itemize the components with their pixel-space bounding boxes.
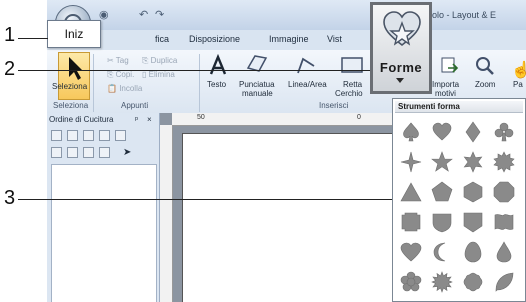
- group-separator: [199, 54, 200, 112]
- ruler-mark: 0: [357, 114, 361, 121]
- hexagon-shape-icon[interactable]: [462, 181, 484, 203]
- copy-button[interactable]: ⎘ Copi.: [107, 70, 134, 80]
- duplicate-button[interactable]: ⎘ Duplica: [142, 56, 177, 66]
- tab-immagine[interactable]: Immagine: [269, 34, 309, 44]
- callout-line-3: [18, 199, 392, 200]
- select-button-label: Seleziona: [52, 82, 88, 91]
- text-tool-icon[interactable]: [207, 54, 229, 76]
- octagon-shape-icon[interactable]: [493, 181, 515, 203]
- shape-tools-panel: Strumenti forma: [392, 98, 526, 302]
- delete-label: Elimina: [148, 70, 175, 79]
- shield-shape-icon[interactable]: [431, 211, 453, 233]
- four-point-star-shape-icon[interactable]: [400, 151, 422, 173]
- dropdown-arrow-icon: [396, 78, 404, 83]
- droplet-shape-icon[interactable]: [493, 241, 515, 263]
- leaf-shape-icon[interactable]: [493, 271, 515, 293]
- panel-tool-icon[interactable]: [67, 130, 78, 141]
- heart-outline-shape-icon[interactable]: [400, 241, 422, 263]
- line-area-label: Linea/Area: [288, 80, 327, 89]
- egg-shape-icon[interactable]: [462, 241, 484, 263]
- tab-vista[interactable]: Vist: [327, 34, 342, 44]
- callout-3: 3: [4, 187, 16, 209]
- text-tool-label: Testo: [207, 80, 227, 89]
- callout-1: 1: [4, 24, 16, 46]
- group-separator: [93, 54, 94, 112]
- heart-shape-icon[interactable]: [431, 121, 453, 143]
- pointer-icon: [69, 57, 83, 80]
- panel-tool-icon[interactable]: [115, 130, 126, 141]
- close-icon[interactable]: ×: [147, 115, 152, 124]
- redo-icon[interactable]: ↷: [155, 8, 164, 21]
- import-motifs-icon[interactable]: [440, 56, 460, 76]
- sewing-order-title: Ordine di Cucitura: [49, 115, 114, 124]
- delete-button[interactable]: ▯ Elimina: [142, 70, 175, 79]
- sun-burst-shape-icon[interactable]: [431, 271, 453, 293]
- triangle-shape-icon[interactable]: [400, 181, 422, 203]
- panel-tool-icon[interactable]: [51, 130, 62, 141]
- spade-shape-icon[interactable]: [400, 121, 422, 143]
- select-tool-button[interactable]: [58, 52, 90, 100]
- zoom-icon[interactable]: [475, 56, 495, 76]
- circle-label: Cerchio: [335, 89, 363, 98]
- vertical-ruler: [160, 125, 173, 302]
- club-shape-icon[interactable]: [493, 121, 515, 143]
- callout-2: 2: [4, 58, 16, 80]
- paste-button[interactable]: 📋 Incolla: [107, 84, 142, 93]
- shapes-button[interactable]: Forme: [370, 2, 432, 94]
- pan-hand-icon[interactable]: ☝: [511, 60, 526, 80]
- heart-star-icon: [383, 11, 421, 47]
- shape-tools-title: Strumenti forma: [395, 101, 523, 113]
- import-label-2: motivi: [435, 89, 456, 98]
- panel-tool-icon[interactable]: [51, 147, 62, 158]
- pointer-small-icon[interactable]: ➤: [123, 147, 131, 158]
- panel-tool-icon[interactable]: [83, 130, 94, 141]
- callout-line-1: [18, 38, 48, 39]
- notched-square-shape-icon[interactable]: [400, 211, 422, 233]
- tag-label: Tag: [115, 56, 129, 65]
- pentagon-shape-icon[interactable]: [431, 181, 453, 203]
- line-area-icon[interactable]: [295, 54, 317, 76]
- tag-button[interactable]: ✂ Tag: [107, 56, 129, 65]
- pin-icon[interactable]: ᵖ: [135, 115, 138, 124]
- scallop-shape-icon[interactable]: [462, 271, 484, 293]
- undo-icon[interactable]: ↶: [139, 8, 148, 21]
- tab-home[interactable]: Iniz: [47, 20, 101, 48]
- panel-tool-icon[interactable]: [67, 147, 78, 158]
- rectangle-circle-icon[interactable]: [339, 55, 365, 75]
- manual-punch-label: Punciatua: [239, 80, 275, 89]
- group-label-clipboard: Appunti: [121, 101, 149, 110]
- sewing-order-list[interactable]: [51, 164, 157, 302]
- rectangle-label: Retta: [343, 80, 363, 89]
- group-label-insert: Inserisci: [319, 101, 349, 110]
- badge-shape-icon[interactable]: [462, 211, 484, 233]
- tab-modifica[interactable]: fica: [155, 34, 169, 44]
- import-label: Importa: [432, 80, 460, 89]
- callout-line-2: [18, 70, 370, 71]
- panel-tool-icon[interactable]: [83, 147, 94, 158]
- paste-label: Incolla: [119, 84, 143, 93]
- tab-disposizione[interactable]: Disposizione: [189, 34, 240, 44]
- copy-label: Copi.: [115, 70, 135, 79]
- panel-tool-icon[interactable]: [99, 147, 110, 158]
- wave-banner-shape-icon[interactable]: [493, 211, 515, 233]
- zoom-label: Zoom: [475, 80, 496, 89]
- manual-punch-label-2: manuale: [242, 89, 273, 98]
- shapes-button-label: Forme: [379, 60, 423, 75]
- pan-label: Pa: [513, 80, 523, 89]
- six-point-star-shape-icon[interactable]: [462, 151, 484, 173]
- group-label-select: Seleziona: [53, 101, 89, 110]
- duplicate-label: Duplica: [150, 56, 178, 65]
- flower-shape-icon[interactable]: [400, 271, 422, 293]
- crescent-shape-icon[interactable]: [431, 241, 453, 263]
- five-point-star-shape-icon[interactable]: [431, 151, 453, 173]
- burst-shape-icon[interactable]: [493, 151, 515, 173]
- ruler-mark: 50: [197, 114, 205, 121]
- diamond-shape-icon[interactable]: [462, 121, 484, 143]
- panel-tool-icon[interactable]: [99, 130, 110, 141]
